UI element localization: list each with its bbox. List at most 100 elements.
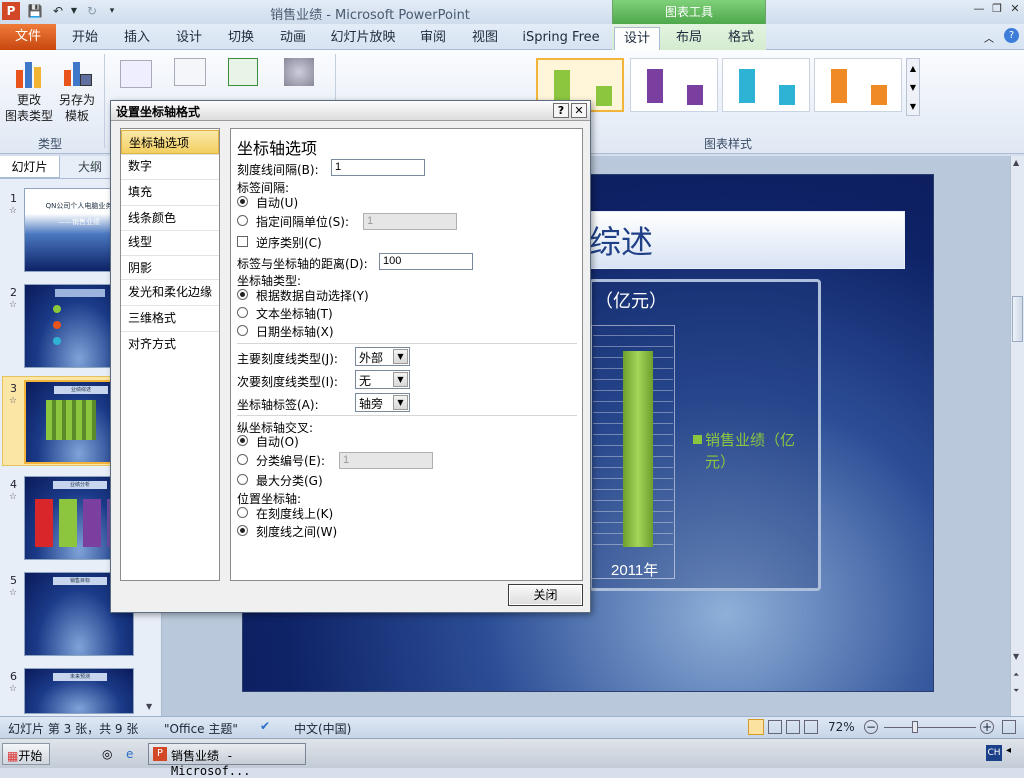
next-slide-icon[interactable]: ⏷ — [1013, 686, 1019, 696]
zoom-slider-thumb[interactable] — [912, 721, 918, 733]
nav-axis-options[interactable]: 坐标轴选项 — [121, 130, 219, 154]
star-icon: ☆ — [9, 300, 18, 310]
nav-number[interactable]: 数字 — [121, 154, 219, 178]
chevron-down-icon: ▼ — [393, 349, 408, 364]
axis-type-date-label: 日期坐标轴(X) — [256, 325, 334, 339]
slideshow-view-icon[interactable] — [804, 720, 818, 734]
switch-row-column-icon[interactable] — [120, 60, 152, 88]
chart-type-icon[interactable] — [14, 58, 44, 88]
tab-home[interactable]: 开始 — [62, 27, 108, 50]
axis-type-date-radio[interactable] — [237, 325, 248, 336]
taskbar-powerpoint-item[interactable]: P 销售业绩 - Microsof... — [148, 743, 306, 778]
zoom-level[interactable]: 72% — [828, 720, 855, 734]
vertical-cross-auto-label: 自动(O) — [256, 435, 299, 449]
position-between-ticks-radio[interactable] — [237, 525, 248, 536]
dialog-help-button[interactable]: ? — [553, 103, 569, 118]
minor-tick-select[interactable]: 无 ▼ — [355, 370, 410, 389]
tab-chart-design[interactable]: 设计 — [614, 27, 660, 50]
vertical-cross-category-input[interactable]: 1 — [339, 452, 433, 469]
nav-line-color[interactable]: 线条颜色 — [121, 206, 219, 230]
tab-chart-layout[interactable]: 布局 — [666, 27, 712, 50]
axis-type-text-label: 文本坐标轴(T) — [256, 307, 333, 321]
nav-shadow[interactable]: 阴影 — [121, 256, 219, 280]
tab-slideshow[interactable]: 幻灯片放映 — [326, 27, 400, 50]
zoom-slider-track[interactable] — [884, 727, 976, 728]
chart-style-cyan[interactable] — [722, 58, 810, 112]
vertical-cross-category-radio[interactable] — [237, 454, 248, 465]
scroll-thumb[interactable] — [1012, 296, 1023, 342]
slide-title-text: 综述 — [589, 223, 654, 261]
spellcheck-icon[interactable]: ✔ — [260, 719, 270, 733]
vertical-cross-max-radio[interactable] — [237, 474, 248, 485]
change-chart-type-label[interactable]: 更改 图表类型 — [2, 92, 56, 124]
restore-icon[interactable]: ❐ — [988, 2, 1006, 18]
slide3-title: 业绩综述 — [54, 386, 108, 394]
select-data-icon[interactable] — [174, 58, 206, 86]
slide-thumb-6[interactable]: 未来预测 — [24, 668, 134, 714]
start-button[interactable]: ▦开始 — [2, 743, 50, 765]
slide-sorter-icon[interactable] — [768, 720, 782, 734]
vertical-cross-auto-radio[interactable] — [237, 435, 248, 446]
pane-scroll-down-icon[interactable]: ▼ — [146, 702, 152, 711]
tab-slides[interactable]: 幻灯片 — [0, 156, 60, 178]
nav-3d-format[interactable]: 三维格式 — [121, 306, 219, 330]
bar-2011[interactable] — [623, 351, 653, 547]
fit-to-window-icon[interactable] — [1002, 720, 1016, 734]
label-interval-auto-radio[interactable] — [237, 196, 248, 207]
scroll-up-icon[interactable]: ▲ — [1013, 158, 1019, 167]
tab-chart-format[interactable]: 格式 — [718, 27, 764, 50]
tab-ispring[interactable]: iSpring Free — [516, 27, 606, 50]
position-on-ticks-radio[interactable] — [237, 507, 248, 518]
edit-data-icon[interactable] — [228, 58, 258, 86]
reverse-order-checkbox[interactable] — [237, 236, 248, 247]
refresh-data-icon[interactable] — [284, 58, 314, 86]
dialog-close-icon[interactable]: ✕ — [571, 103, 587, 118]
major-tick-select[interactable]: 外部 ▼ — [355, 347, 410, 366]
tab-design[interactable]: 设计 — [166, 27, 212, 50]
axis-type-text-radio[interactable] — [237, 307, 248, 318]
zoom-in-icon[interactable]: + — [980, 720, 994, 734]
nav-glow-soft-edges[interactable]: 发光和柔化边缘 — [121, 280, 219, 304]
axis-type-auto-radio[interactable] — [237, 289, 248, 300]
axis-labels-select[interactable]: 轴旁 ▼ — [355, 393, 410, 412]
dialog-title[interactable]: 设置坐标轴格式 — [111, 101, 590, 121]
zoom-out-icon[interactable]: − — [864, 720, 878, 734]
close-window-icon[interactable]: ✕ — [1006, 2, 1024, 18]
chart-style-purple[interactable] — [630, 58, 718, 112]
tab-transitions[interactable]: 切换 — [218, 27, 264, 50]
ime-indicator[interactable]: CH — [986, 745, 1002, 761]
tab-insert[interactable]: 插入 — [114, 27, 160, 50]
help-icon[interactable]: ? — [1004, 28, 1019, 43]
minor-tick-label: 次要刻度线类型(I): — [237, 375, 338, 389]
normal-view-icon[interactable] — [748, 719, 764, 735]
nav-alignment[interactable]: 对齐方式 — [121, 332, 219, 356]
axis-type-auto-label: 根据数据自动选择(Y) — [256, 289, 369, 303]
save-as-template-label[interactable]: 另存为 模板 — [54, 92, 100, 124]
tab-file[interactable]: 文件 — [0, 24, 56, 50]
scroll-down-icon[interactable]: ▼ — [1013, 652, 1019, 661]
style-scroll[interactable]: ▲ ▼ ▼ — [906, 58, 920, 116]
theme-status[interactable]: "Office 主题" — [164, 720, 238, 737]
quicklaunch-icon[interactable]: ◎ — [102, 747, 112, 761]
tab-animations[interactable]: 动画 — [270, 27, 316, 50]
tab-review[interactable]: 审阅 — [410, 27, 456, 50]
close-button[interactable]: 关闭 — [508, 584, 583, 606]
tick-interval-input[interactable]: 1 — [331, 159, 425, 176]
tray-expand-icon[interactable]: ◂ — [1006, 745, 1011, 756]
collapse-ribbon-icon[interactable]: ︿ — [984, 30, 994, 45]
prev-slide-icon[interactable]: ⏶ — [1013, 670, 1019, 680]
nav-fill[interactable]: 填充 — [121, 180, 219, 204]
tab-view[interactable]: 视图 — [462, 27, 508, 50]
save-template-icon[interactable] — [62, 58, 92, 88]
label-distance-input[interactable]: 100 — [379, 253, 473, 270]
chart-style-orange[interactable] — [814, 58, 902, 112]
specify-interval-radio[interactable] — [237, 215, 248, 226]
ie-icon[interactable]: e — [126, 747, 133, 761]
vertical-scrollbar[interactable]: ▲ ▼ ⏶ ⏷ — [1010, 156, 1024, 716]
reading-view-icon[interactable] — [786, 720, 800, 734]
slide6-title: 未来预测 — [53, 673, 107, 681]
specify-interval-input[interactable]: 1 — [363, 213, 457, 230]
nav-line-style[interactable]: 线型 — [121, 230, 219, 254]
language-status[interactable]: 中文(中国) — [294, 720, 351, 737]
minimize-icon[interactable]: — — [970, 2, 988, 18]
